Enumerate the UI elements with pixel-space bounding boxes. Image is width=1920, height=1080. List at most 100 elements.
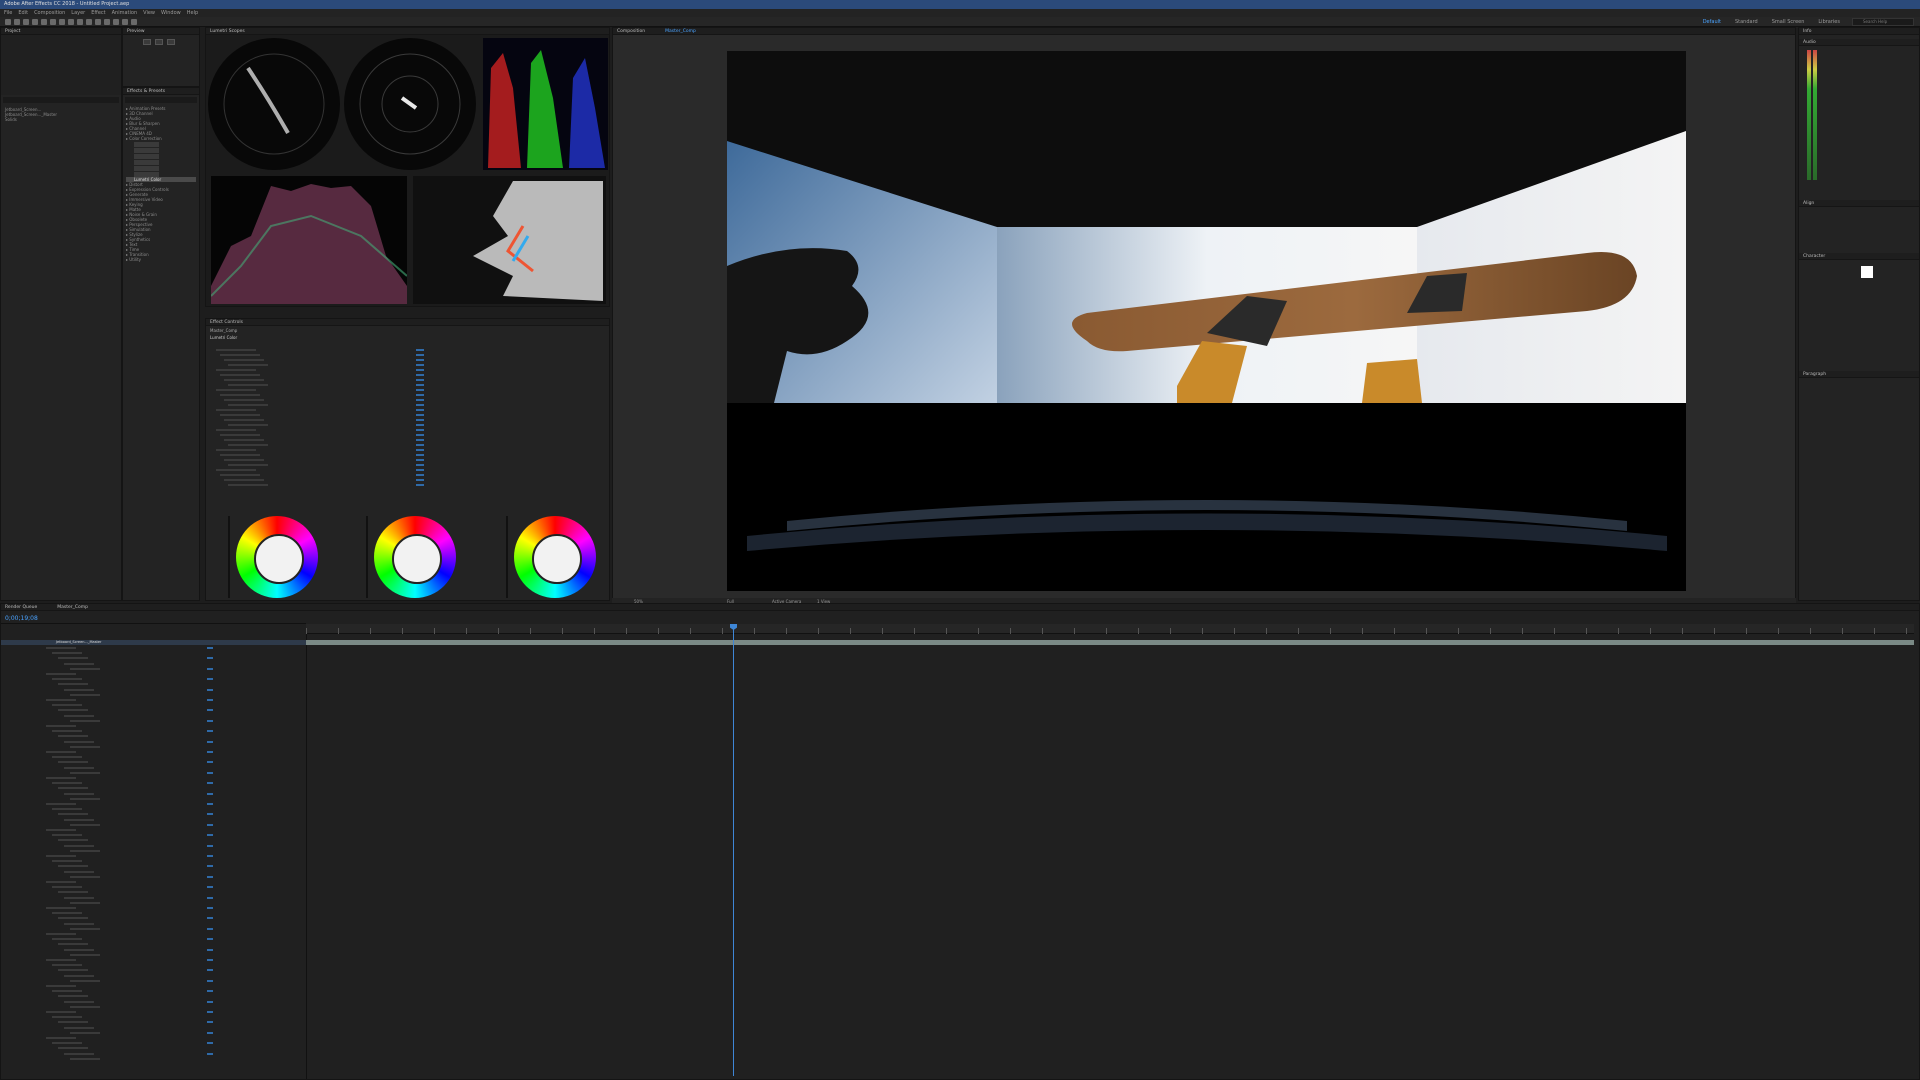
render-queue-tab[interactable]: Render Queue	[5, 604, 37, 610]
shadow-color-wheel[interactable]	[236, 516, 318, 598]
timeline-property-value[interactable]	[207, 834, 213, 837]
project-search-input[interactable]	[3, 97, 119, 103]
timeline-property-value[interactable]	[207, 844, 213, 847]
effect-property-value[interactable]	[416, 419, 424, 421]
project-tab[interactable]: Project	[1, 28, 121, 35]
timeline-property-value[interactable]	[207, 761, 213, 764]
effect-property-value[interactable]	[416, 379, 424, 381]
effect-property-value[interactable]	[416, 369, 424, 371]
timeline-property-value[interactable]	[207, 803, 213, 805]
timeline-property-value[interactable]	[207, 678, 213, 681]
effect-property-value[interactable]	[416, 349, 424, 351]
eraser-tool-icon[interactable]	[113, 19, 119, 25]
effect-property-value[interactable]	[416, 479, 424, 481]
timeline-property-value[interactable]	[207, 751, 213, 753]
menu-animation[interactable]: Animation	[112, 9, 138, 17]
current-time-display[interactable]: 0;00;19;08	[5, 615, 38, 622]
highlight-color-wheel[interactable]	[514, 516, 596, 598]
effect-property-value[interactable]	[416, 389, 424, 391]
timeline-property-value[interactable]	[207, 699, 213, 701]
first-frame-icon[interactable]	[143, 39, 151, 45]
effects-category-item[interactable]: ▸ Color Correction	[126, 136, 196, 141]
composition-tab[interactable]: Composition	[617, 28, 645, 34]
timeline-property-value[interactable]	[207, 657, 213, 660]
timeline-property-value[interactable]	[207, 948, 213, 951]
composition-sub-tab[interactable]: Master_Comp	[665, 28, 696, 34]
effect-name[interactable]: Lumetri Color	[206, 335, 609, 340]
preview-tab[interactable]: Preview	[123, 28, 199, 35]
menu-file[interactable]: File	[4, 9, 12, 17]
effect-property-value[interactable]	[416, 444, 424, 446]
timeline-property-value[interactable]	[207, 709, 213, 712]
timeline-property-value[interactable]	[207, 959, 213, 961]
type-tool-icon[interactable]	[86, 19, 92, 25]
effect-property-value[interactable]	[416, 414, 424, 416]
effect-property-value[interactable]	[416, 464, 424, 466]
current-time-indicator[interactable]	[733, 624, 734, 1076]
timeline-property-value[interactable]	[207, 938, 213, 941]
effect-property-value[interactable]	[416, 409, 424, 411]
effect-property-value[interactable]	[416, 429, 424, 431]
clone-stamp-tool-icon[interactable]	[104, 19, 110, 25]
play-icon[interactable]	[155, 39, 163, 45]
effect-property-value[interactable]	[416, 424, 424, 426]
menu-window[interactable]: Window	[161, 9, 181, 17]
effect-property-value[interactable]	[416, 359, 424, 361]
timeline-property-value[interactable]	[207, 855, 213, 857]
menu-edit[interactable]: Edit	[18, 9, 28, 17]
effect-property-value[interactable]	[416, 364, 424, 366]
timeline-property-value[interactable]	[207, 730, 213, 733]
character-tab[interactable]: Character	[1799, 253, 1919, 260]
fill-color-swatch[interactable]	[1861, 266, 1873, 278]
shadow-slider[interactable]	[228, 516, 230, 598]
timeline-property-value[interactable]	[207, 782, 213, 785]
audio-tab[interactable]: Audio	[1799, 39, 1919, 46]
effect-property-value[interactable]	[416, 459, 424, 461]
timeline-property-value[interactable]	[207, 667, 213, 670]
timeline-property-value[interactable]	[207, 740, 213, 743]
effect-property-value[interactable]	[416, 439, 424, 441]
brush-tool-icon[interactable]	[95, 19, 101, 25]
workspace-standard[interactable]: Standard	[1735, 18, 1758, 26]
effect-property-value[interactable]	[416, 449, 424, 451]
timeline-property-value[interactable]	[207, 647, 213, 649]
timeline-property-value[interactable]	[207, 1052, 213, 1055]
timeline-property-value[interactable]	[207, 886, 213, 889]
timeline-property-value[interactable]	[207, 917, 213, 920]
rotate-tool-icon[interactable]	[41, 19, 47, 25]
search-help-input[interactable]: Search Help	[1852, 18, 1914, 26]
timeline-property-value[interactable]	[207, 927, 213, 930]
menu-view[interactable]: View	[143, 9, 155, 17]
effect-property-value[interactable]	[416, 354, 424, 356]
timeline-property-value[interactable]	[207, 813, 213, 816]
workspace-small-screen[interactable]: Small Screen	[1772, 18, 1805, 26]
effect-controls-tab[interactable]: Effect Controls	[206, 319, 609, 326]
home-icon[interactable]	[5, 19, 11, 25]
timeline-property-value[interactable]	[207, 1000, 213, 1003]
highlight-slider[interactable]	[506, 516, 508, 598]
layer-duration-bar[interactable]	[306, 640, 1914, 645]
effects-search-input[interactable]	[125, 97, 197, 103]
timeline-property-value[interactable]	[207, 979, 213, 982]
effects-presets-tab[interactable]: Effects & Presets	[123, 88, 199, 95]
puppet-tool-icon[interactable]	[131, 19, 137, 25]
timeline-property-value[interactable]	[207, 1031, 213, 1034]
roto-brush-tool-icon[interactable]	[122, 19, 128, 25]
menu-effect[interactable]: Effect	[91, 9, 105, 17]
effect-property-value[interactable]	[416, 384, 424, 386]
timeline-property-value[interactable]	[207, 969, 213, 972]
workspace-libraries[interactable]: Libraries	[1818, 18, 1840, 26]
info-tab[interactable]: Info	[1799, 28, 1919, 35]
effect-property-value[interactable]	[416, 394, 424, 396]
timeline-comp-tab[interactable]: Master_Comp	[57, 604, 88, 610]
effect-property-value[interactable]	[416, 404, 424, 406]
pen-tool-icon[interactable]	[77, 19, 83, 25]
layer-name[interactable]: Jetboard_Screen..._Master	[56, 640, 102, 645]
time-ruler[interactable]	[306, 624, 1914, 634]
timeline-property-value[interactable]	[207, 1021, 213, 1024]
pan-behind-tool-icon[interactable]	[59, 19, 65, 25]
timeline-property-value[interactable]	[207, 865, 213, 868]
effects-category-item[interactable]: ▸ Utility	[126, 257, 196, 262]
rectangle-tool-icon[interactable]	[68, 19, 74, 25]
timeline-property-value[interactable]	[207, 907, 213, 909]
